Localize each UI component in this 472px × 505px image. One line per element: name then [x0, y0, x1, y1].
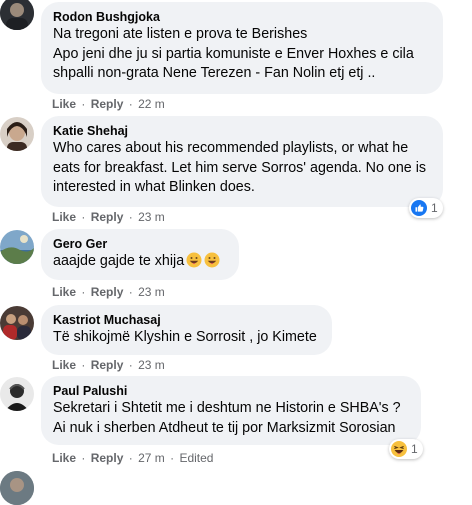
separator-dot: · — [81, 210, 86, 224]
reaction-summary[interactable]: 1 — [409, 198, 443, 218]
separator-dot: · — [81, 358, 86, 372]
comment-text: Të shikojmë Klyshin e Sorrosit , jo Kime… — [53, 329, 317, 345]
avatar[interactable] — [0, 471, 34, 505]
avatar[interactable] — [0, 377, 34, 411]
comment-author[interactable]: Kastriot Muchasaj — [53, 312, 320, 328]
reply-button[interactable]: Reply — [91, 451, 124, 465]
comment-timestamp[interactable]: 23 m — [138, 285, 165, 299]
comment-timestamp[interactable]: 23 m — [138, 210, 165, 224]
reply-button[interactable]: Reply — [91, 97, 124, 111]
comment-actions: Like · Reply · 23 m — [52, 210, 165, 225]
comment-text: Sekretari i Shtetit me i deshtum ne Hist… — [53, 400, 401, 436]
comment-text: Who cares about his recommended playlist… — [53, 140, 427, 195]
haha-reaction-icon — [391, 441, 407, 457]
grinning-face-icon — [204, 252, 220, 275]
avatar[interactable] — [0, 0, 34, 30]
separator-dot: · — [128, 285, 133, 299]
comment-actions: Like · Reply · 23 m — [52, 285, 165, 300]
like-button[interactable]: Like — [52, 210, 76, 224]
separator-dot: · — [81, 451, 86, 465]
reaction-count: 1 — [411, 442, 418, 456]
separator-dot: · — [170, 451, 175, 465]
comment-actions: Like · Reply · 23 m — [52, 358, 165, 373]
comment-timestamp[interactable]: 27 m — [138, 451, 165, 465]
comment-author[interactable]: Katie Shehaj — [53, 123, 431, 139]
separator-dot: · — [128, 451, 133, 465]
comment-author[interactable]: Paul Palushi — [53, 383, 409, 399]
separator-dot: · — [81, 97, 86, 111]
comment-text: aaajde gajde te xhija — [53, 252, 227, 275]
comment-author[interactable]: Gero Ger — [53, 236, 227, 252]
comment-bubble: Rodon Bushgjoka Na tregoni ate listen e … — [41, 2, 443, 94]
avatar[interactable] — [0, 230, 34, 264]
like-button[interactable]: Like — [52, 97, 76, 111]
separator-dot: · — [128, 97, 133, 111]
reaction-count: 1 — [431, 201, 438, 215]
comment-bubble: Kastriot Muchasaj Të shikojmë Klyshin e … — [41, 305, 332, 355]
comment-text-content: aaajde gajde te xhija — [53, 253, 185, 269]
comment-author[interactable]: Rodon Bushgjoka — [53, 9, 431, 25]
comment-actions: Like · Reply · 22 m — [52, 97, 165, 112]
edited-label[interactable]: Edited — [179, 451, 213, 465]
like-button[interactable]: Like — [52, 451, 76, 465]
comment-bubble: Gero Ger aaajde gajde te xhija — [41, 229, 239, 280]
like-button[interactable]: Like — [52, 285, 76, 299]
separator-dot: · — [81, 285, 86, 299]
comment-bubble: Paul Palushi Sekretari i Shtetit me i de… — [41, 376, 421, 445]
separator-dot: · — [128, 358, 133, 372]
comment-actions: Like · Reply · 27 m · Edited — [52, 451, 213, 466]
reply-button[interactable]: Reply — [91, 358, 124, 372]
separator-dot: · — [128, 210, 133, 224]
like-button[interactable]: Like — [52, 358, 76, 372]
reaction-summary[interactable]: 1 — [389, 439, 423, 459]
reply-button[interactable]: Reply — [91, 210, 124, 224]
comment-bubble: Katie Shehaj Who cares about his recomme… — [41, 116, 443, 207]
comment-text: Na tregoni ate listen e prova te Berishe… — [53, 26, 414, 81]
like-reaction-icon — [411, 200, 427, 216]
grinning-face-icon — [186, 252, 202, 275]
comment-timestamp[interactable]: 22 m — [138, 97, 165, 111]
avatar[interactable] — [0, 306, 34, 340]
reply-button[interactable]: Reply — [91, 285, 124, 299]
comment-timestamp[interactable]: 23 m — [138, 358, 165, 372]
avatar[interactable] — [0, 117, 34, 151]
